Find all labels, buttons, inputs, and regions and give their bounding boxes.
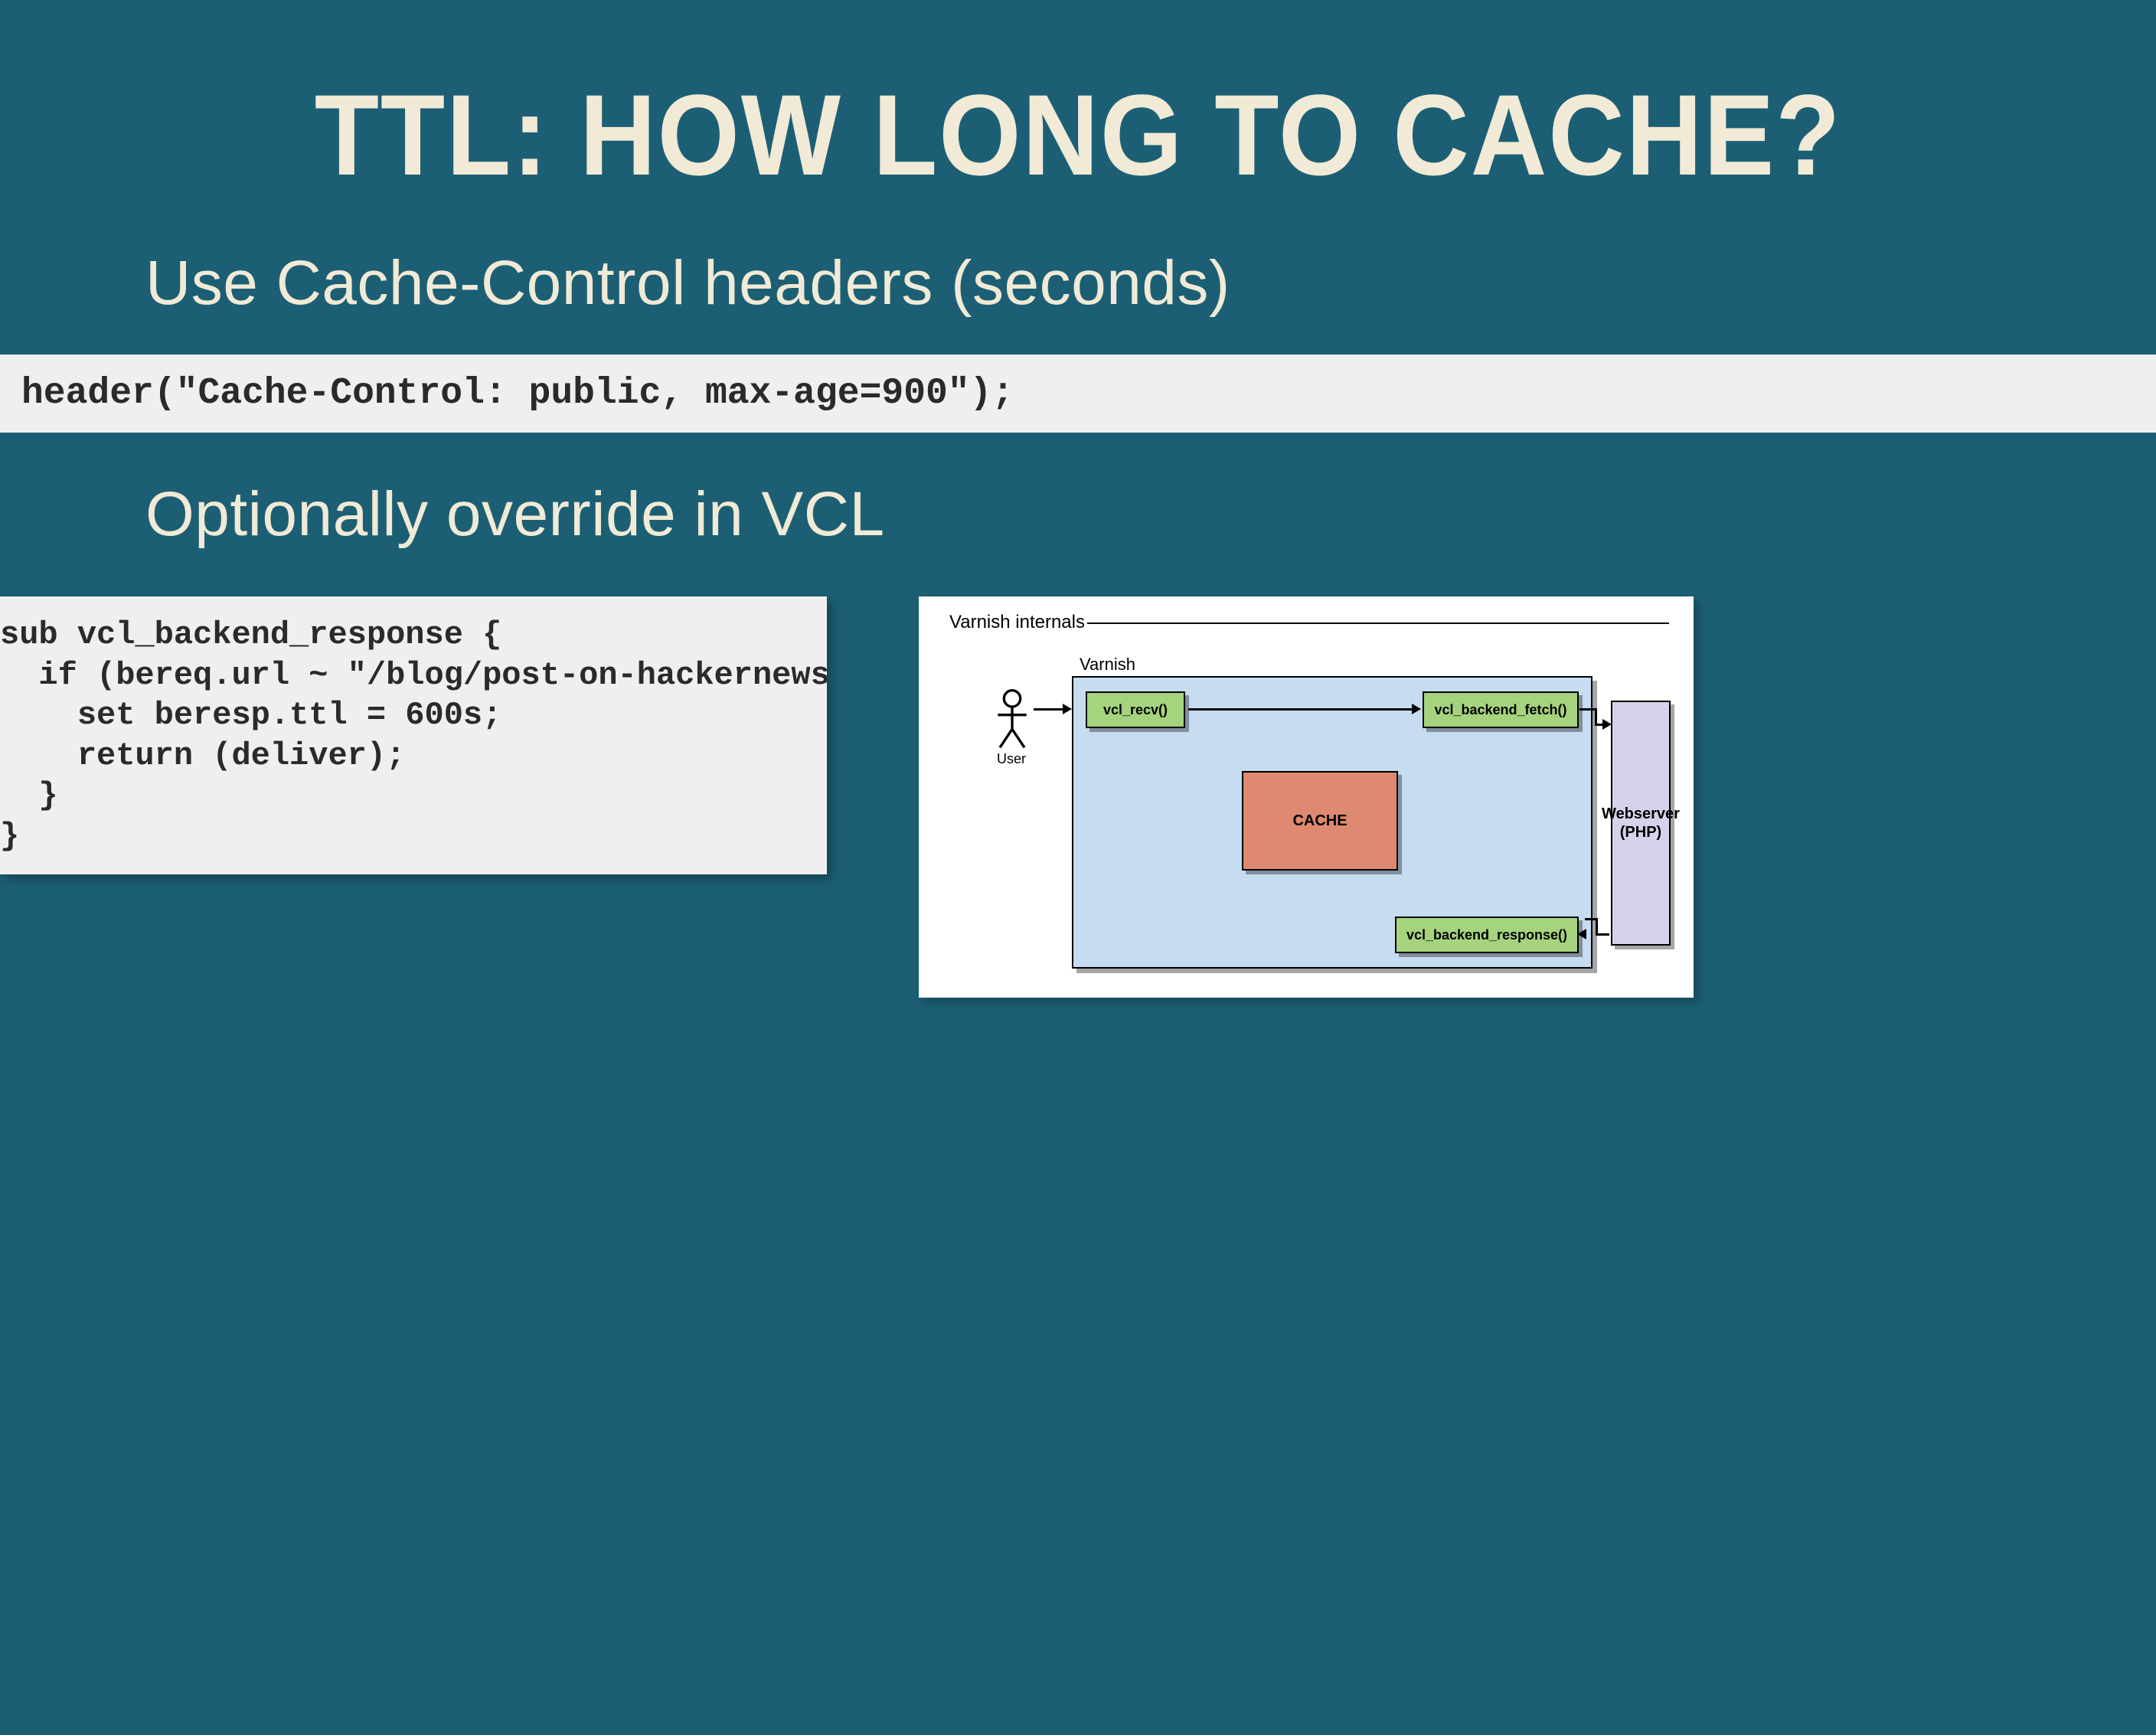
diagram-varnish-internals: Varnish internals Varnish User vcl_recv(… <box>919 596 1694 998</box>
code-cache-control-header: header("Cache-Control: public, max-age=9… <box>0 355 2156 433</box>
lower-content-row: sub vcl_backend_response { if (bereq.url… <box>0 596 2156 1025</box>
diagram-title: Varnish internals <box>949 612 1085 633</box>
node-cache: CACHE <box>1242 771 1398 871</box>
conn-ws-to-resp-v <box>1596 918 1598 935</box>
code-vcl-backend-response: sub vcl_backend_response { if (bereq.url… <box>0 596 827 874</box>
conn-fetch-out-h <box>1579 708 1595 711</box>
node-webserver: Webserver (PHP) <box>1611 701 1671 946</box>
node-vcl-recv: vcl_recv() <box>1086 691 1185 728</box>
webserver-label-line2: (PHP) <box>1620 823 1661 841</box>
subheading-vcl-override: Optionally override in VCL <box>145 479 2156 551</box>
node-vcl-backend-response: vcl_backend_response() <box>1395 917 1579 953</box>
varnish-container-label: Varnish <box>1080 655 1135 675</box>
slide-title: TTL: HOW LONG TO CACHE? <box>87 69 2070 201</box>
conn-ws-to-resp-h1 <box>1585 918 1597 920</box>
arrowhead-recv-to-fetch <box>1412 704 1421 714</box>
diagram-title-rule <box>1087 622 1669 624</box>
subheading-cache-control: Use Cache-Control headers (seconds) <box>145 247 2156 319</box>
user-actor-icon: User <box>989 688 1035 765</box>
arrowhead-fetch-to-ws <box>1602 719 1612 730</box>
conn-fetch-out-v <box>1595 708 1597 724</box>
node-vcl-backend-fetch: vcl_backend_fetch() <box>1423 691 1579 728</box>
varnish-container-box: vcl_recv() vcl_backend_fetch() CACHE vcl… <box>1072 676 1592 969</box>
webserver-label-line1: Webserver <box>1602 805 1680 823</box>
user-actor-label: User <box>997 751 1026 767</box>
arrowhead-ws-to-resp <box>1577 929 1586 939</box>
arrow-recv-to-fetch <box>1188 708 1413 711</box>
arrowhead-user-to-varnish <box>1063 704 1072 714</box>
arrow-user-to-varnish <box>1034 708 1064 711</box>
